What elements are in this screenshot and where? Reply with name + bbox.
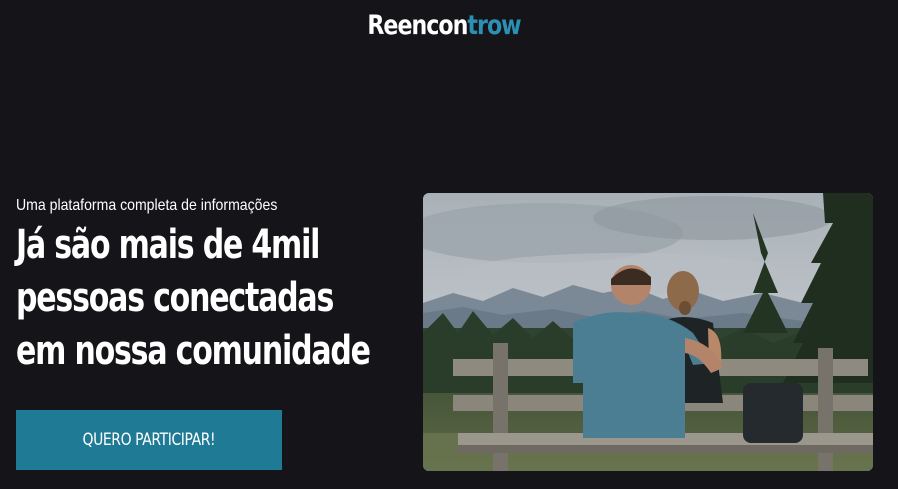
brand-logo[interactable]: Reencontrow xyxy=(80,10,808,41)
hero-photo xyxy=(423,193,873,471)
logo-text-primary: Reencon xyxy=(367,10,468,41)
headline-line-2: pessoas conectadas xyxy=(16,275,334,321)
logo-text-accent: trow xyxy=(467,10,521,41)
headline-line-3: em nossa comunidade xyxy=(16,328,371,374)
hero-headline: Já são mais de 4mil pessoas conectadas e… xyxy=(16,219,406,378)
hero-subtitle: Uma plataforma completa de informações xyxy=(16,197,278,214)
join-button[interactable]: QUERO PARTICIPAR! xyxy=(16,410,282,470)
hero-text-block: Uma plataforma completa de informações J… xyxy=(16,197,416,378)
join-button-label: QUERO PARTICIPAR! xyxy=(82,430,216,450)
headline-line-1: Já são mais de 4mil xyxy=(16,222,320,268)
